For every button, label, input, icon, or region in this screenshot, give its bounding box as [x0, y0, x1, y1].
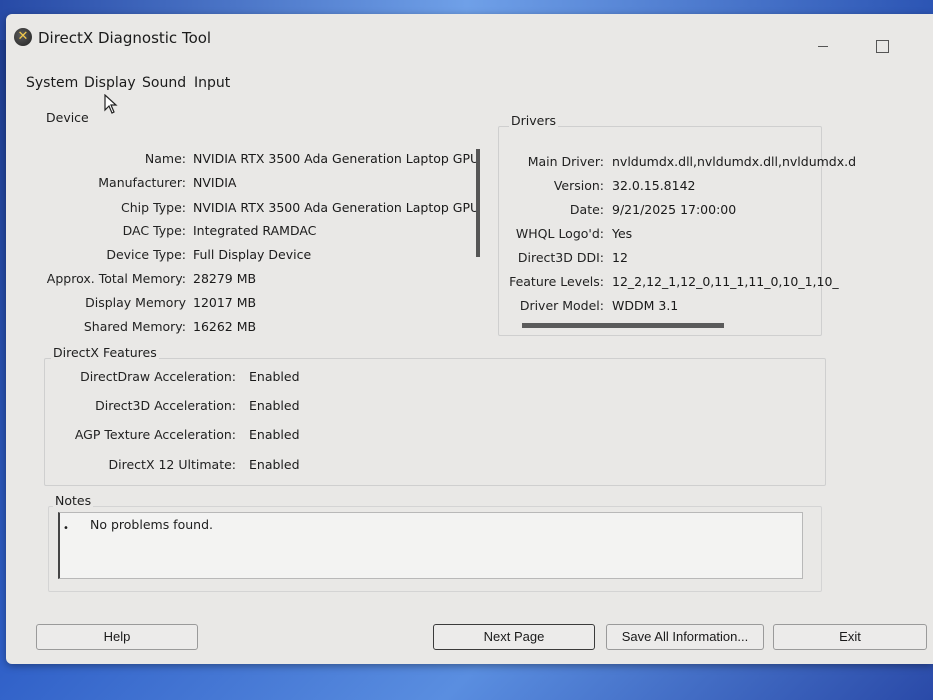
minimize-icon [818, 46, 828, 47]
row-label: Feature Levels: [509, 274, 604, 289]
drivers-scrollbar[interactable] [522, 323, 724, 328]
notes-group-label: Notes [53, 493, 94, 508]
row-label: Date: [569, 202, 604, 217]
row-label: DirectX 12 Ultimate: [108, 457, 236, 472]
minimize-button[interactable] [818, 28, 828, 51]
row-label: DirectDraw Acceleration: [80, 369, 236, 384]
row-value: 12 [612, 250, 628, 265]
window-title: DirectX Diagnostic Tool [38, 29, 212, 47]
tab-system[interactable]: System [26, 75, 78, 91]
row-label: Main Driver: [527, 154, 604, 169]
directx-features-group-label: DirectX Features [51, 345, 159, 360]
row-value: 28279 MB [193, 271, 257, 286]
row-label: AGP Texture Acceleration: [74, 427, 236, 442]
row-value: nvldumdx.dll,nvldumdx.dll,nvldumdx.d [612, 154, 857, 169]
row-label: Chip Type: [121, 200, 186, 215]
row-label: Display Memory [85, 295, 186, 310]
row-label: Version: [553, 178, 604, 193]
row-value: 12017 MB [193, 295, 257, 310]
help-button[interactable]: Help [36, 624, 198, 650]
drivers-group-label: Drivers [509, 113, 558, 128]
row-value: Enabled [249, 457, 300, 472]
row-value: Enabled [249, 398, 300, 413]
row-value: NVIDIA [193, 175, 237, 190]
row-label: Shared Memory: [83, 319, 186, 334]
row-label: Device Type: [106, 247, 186, 262]
device-scrollbar[interactable] [476, 149, 480, 257]
row-label: Direct3D DDI: [517, 250, 604, 265]
row-value: Integrated RAMDAC [193, 223, 317, 238]
row-value: 9/21/2025 17:00:00 [612, 202, 737, 217]
row-value: 32.0.15.8142 [612, 178, 696, 193]
mouse-pointer-icon [104, 93, 118, 119]
maximize-button[interactable] [876, 40, 889, 53]
exit-button[interactable]: Exit [773, 624, 927, 650]
row-value: NVIDIA RTX 3500 Ada Generation Laptop GP… [193, 200, 480, 215]
row-label: Approx. Total Memory: [46, 271, 186, 286]
row-value: Full Display Device [193, 247, 312, 262]
next-page-button[interactable]: Next Page [433, 624, 595, 650]
directx-x-icon: ✕ [14, 28, 32, 46]
row-label: DAC Type: [122, 223, 186, 238]
row-label: Driver Model: [519, 298, 604, 313]
tab-sound[interactable]: Sound [142, 75, 186, 91]
dxdiag-window: ✕ DirectX Diagnostic Tool System Display… [6, 14, 933, 664]
row-value: 12_2,12_1,12_0,11_1,11_0,10_1,10_ [612, 274, 839, 289]
row-label: Name: [144, 151, 186, 166]
tab-display[interactable]: Display [84, 75, 136, 91]
row-value: WDDM 3.1 [612, 298, 679, 313]
row-value: Enabled [249, 427, 300, 442]
tab-input[interactable]: Input [194, 75, 230, 91]
save-all-information-button[interactable]: Save All Information... [606, 624, 764, 650]
title-bar[interactable]: ✕ DirectX Diagnostic Tool [6, 14, 933, 60]
row-label: WHQL Logo'd: [515, 226, 604, 241]
bullet-icon: • [63, 523, 69, 534]
notes-textbox[interactable]: • No problems found. [58, 512, 803, 579]
note-item: No problems found. [90, 517, 213, 532]
row-value: 16262 MB [193, 319, 257, 334]
row-value: Yes [612, 226, 633, 241]
row-value: Enabled [249, 369, 300, 384]
row-label: Manufacturer: [98, 175, 186, 190]
device-group-label: Device [44, 110, 91, 125]
row-value: NVIDIA RTX 3500 Ada Generation Laptop GP… [193, 151, 480, 166]
row-label: Direct3D Acceleration: [95, 398, 236, 413]
